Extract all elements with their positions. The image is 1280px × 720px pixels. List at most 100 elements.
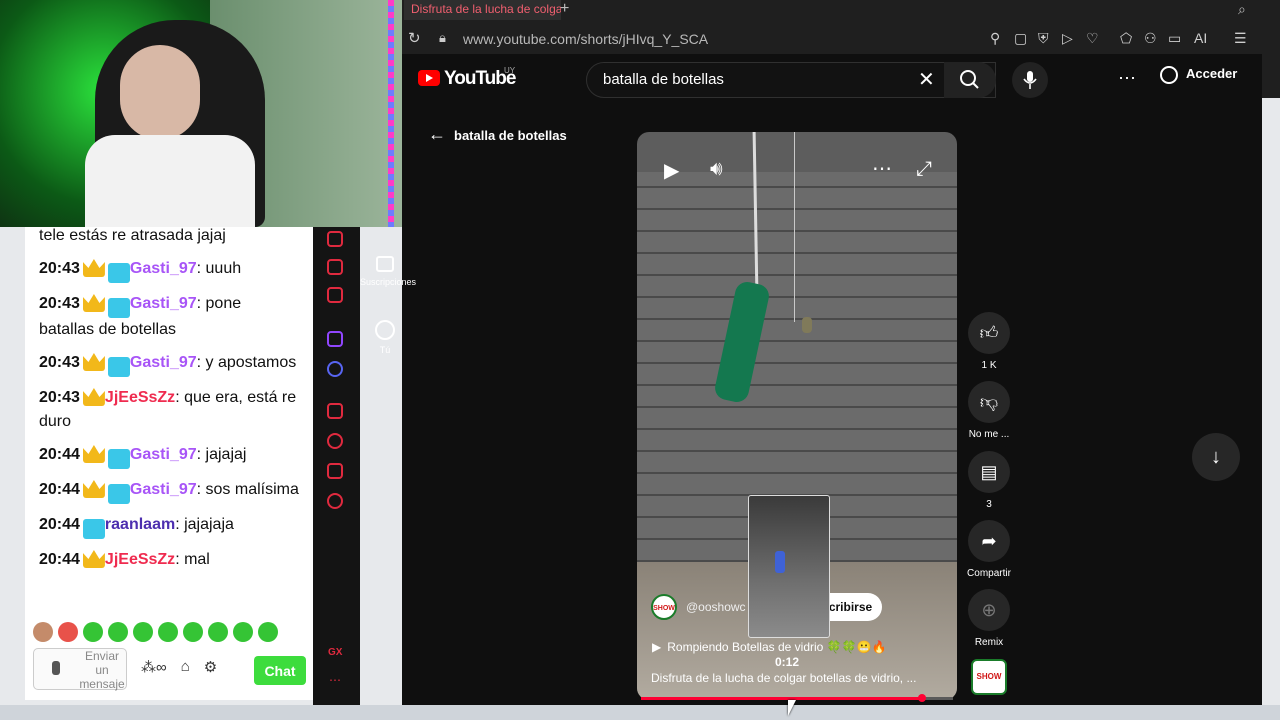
url-text[interactable]: www.youtube.com/shorts/jHIvq_Y_SCA: [463, 31, 708, 47]
streamer-jacket: [85, 135, 255, 227]
mail-icon[interactable]: [327, 287, 343, 303]
volume-icon[interactable]: 🔊︎: [710, 158, 723, 181]
message-username[interactable]: Gasti_97: [130, 446, 197, 463]
history-icon[interactable]: [327, 433, 343, 449]
settings-icon[interactable]: ⚙: [204, 658, 217, 676]
fullscreen-icon[interactable]: ⤢: [916, 158, 932, 181]
extensions-icon[interactable]: ⬠: [1120, 30, 1132, 47]
emote-picker-icon[interactable]: [52, 661, 60, 675]
search-icon: [960, 70, 979, 89]
channel-avatar[interactable]: SHOW: [651, 594, 677, 620]
lock-icon[interactable]: 🔒︎: [439, 30, 446, 46]
more-options-icon[interactable]: ⋯: [1118, 68, 1136, 89]
chat-message: 20:43 Gasti_97: uuuh: [25, 257, 313, 283]
message-text: : sos malísima: [196, 481, 299, 498]
dislike-button[interactable]: 👎︎ No me ...: [966, 381, 1012, 440]
search-button[interactable]: [944, 62, 996, 98]
chat-input[interactable]: Enviar un mensaje: [33, 648, 127, 691]
snapshot-icon[interactable]: ▢: [1014, 30, 1027, 47]
crown-badge-icon: [82, 480, 105, 498]
menu-icon[interactable]: ☰: [1234, 30, 1247, 47]
youtube-logo-icon[interactable]: [418, 70, 440, 86]
shield-icon[interactable]: ⛨: [1038, 30, 1049, 47]
new-tab-button[interactable]: +: [560, 0, 569, 18]
message-username[interactable]: JjEeSsZz: [105, 551, 175, 568]
back-to-results[interactable]: ← batalla de botellas: [428, 124, 567, 145]
sound-thumbnail[interactable]: SHOW: [971, 659, 1007, 695]
signin-label: Acceder: [1186, 66, 1238, 81]
extensions-sidebar-icon[interactable]: [327, 463, 343, 479]
remix-button[interactable]: ⊕ Remix: [966, 589, 1012, 648]
message-text: : jajajaja: [175, 516, 234, 533]
pin-icon[interactable]: ⚲: [990, 30, 1000, 47]
message-username[interactable]: Gasti_97: [130, 481, 197, 498]
message-username[interactable]: raanlaam: [105, 516, 175, 533]
frog-emote[interactable]: [233, 622, 253, 642]
crown-badge-icon: [82, 294, 105, 312]
aria-icon[interactable]: [327, 259, 343, 275]
reload-icon[interactable]: ↻: [408, 29, 421, 47]
send-icon[interactable]: ▷: [1062, 30, 1073, 47]
voice-search-button[interactable]: [1012, 62, 1048, 98]
sidebar-item-you[interactable]: Tú: [360, 320, 410, 355]
store-icon[interactable]: ⌂: [181, 658, 190, 676]
like-count: 1 K: [981, 360, 997, 371]
tab-active[interactable]: Disfruta de la lucha de colgar botellas …: [404, 0, 561, 20]
search-input[interactable]: [601, 70, 915, 89]
message-username[interactable]: Gasti_97: [130, 354, 197, 371]
frog-emote[interactable]: [83, 622, 103, 642]
dislike-icon: 👎︎: [968, 381, 1010, 423]
frog-emote[interactable]: [258, 622, 278, 642]
progress-scrubber[interactable]: [917, 694, 926, 702]
next-video-button[interactable]: ↓: [1192, 433, 1240, 481]
message-username[interactable]: JjEeSsZz: [105, 389, 175, 406]
video-more-icon[interactable]: ⋯: [872, 156, 892, 181]
clear-search-icon[interactable]: ✕: [918, 67, 935, 92]
discord-icon[interactable]: [327, 361, 343, 377]
comments-count: 3: [986, 499, 992, 510]
tab-search-icon[interactable]: ⌕: [1238, 1, 1246, 18]
ai-button[interactable]: AI: [1194, 30, 1207, 46]
battery-icon[interactable]: ▭: [1168, 30, 1181, 47]
chat-tools: ⁂∞ ⌂ ⚙: [141, 658, 217, 676]
short-description[interactable]: Disfruta de la lucha de colgar botellas …: [651, 671, 941, 685]
you-icon: [375, 320, 395, 340]
frog-emote[interactable]: [208, 622, 228, 642]
bits-icon[interactable]: ⁂∞: [141, 658, 167, 676]
heart-icon[interactable]: ♡: [1086, 30, 1099, 47]
sidebar-more-icon[interactable]: ⋯: [329, 673, 341, 687]
message-username[interactable]: Gasti_97: [130, 295, 197, 312]
profile-icon[interactable]: ⚇: [1144, 30, 1157, 47]
channel-name[interactable]: @ooshowc: [686, 600, 746, 614]
audio-track[interactable]: ▶ Rompiendo Botellas de vidrio 🍀🍀😬🔥: [652, 640, 886, 654]
track-title: Rompiendo Botellas de vidrio 🍀🍀😬🔥: [667, 640, 887, 654]
sidebar-item-subscriptions[interactable]: Suscripciones: [360, 256, 416, 287]
mouse-cursor: [788, 700, 796, 716]
frog-emote[interactable]: [183, 622, 203, 642]
music-icon[interactable]: [327, 403, 343, 419]
account-icon: [1160, 66, 1178, 84]
progress-bar[interactable]: [641, 694, 953, 702]
play-icon[interactable]: ▶: [664, 158, 679, 183]
signin-button[interactable]: Acceder: [1160, 66, 1237, 84]
remix-icon: ⊕: [968, 589, 1010, 631]
comments-button[interactable]: ▤ 3: [966, 451, 1012, 510]
settings-sidebar-icon[interactable]: [327, 493, 343, 509]
message-username[interactable]: Gasti_97: [130, 260, 197, 277]
gx-label: GX: [328, 647, 343, 658]
frog-emote[interactable]: [158, 622, 178, 642]
gaming-icon[interactable]: [327, 231, 343, 247]
message-time: 20:43: [39, 389, 80, 406]
face-emote[interactable]: [58, 622, 78, 642]
twitch-icon[interactable]: [327, 331, 343, 347]
chat-send-button[interactable]: Chat: [254, 656, 306, 685]
like-button[interactable]: 👍︎ 1 K: [966, 312, 1012, 371]
frog-emote[interactable]: [133, 622, 153, 642]
comments-icon: ▤: [968, 451, 1010, 493]
chat-message: 20:44 raanlaam: jajajaja: [25, 513, 313, 539]
share-button[interactable]: ➦ Compartir: [966, 520, 1012, 579]
message-text: : uuuh: [196, 260, 242, 277]
frog-emote[interactable]: [108, 622, 128, 642]
cat-emote[interactable]: [33, 622, 53, 642]
message-time: 20:44: [39, 446, 80, 463]
